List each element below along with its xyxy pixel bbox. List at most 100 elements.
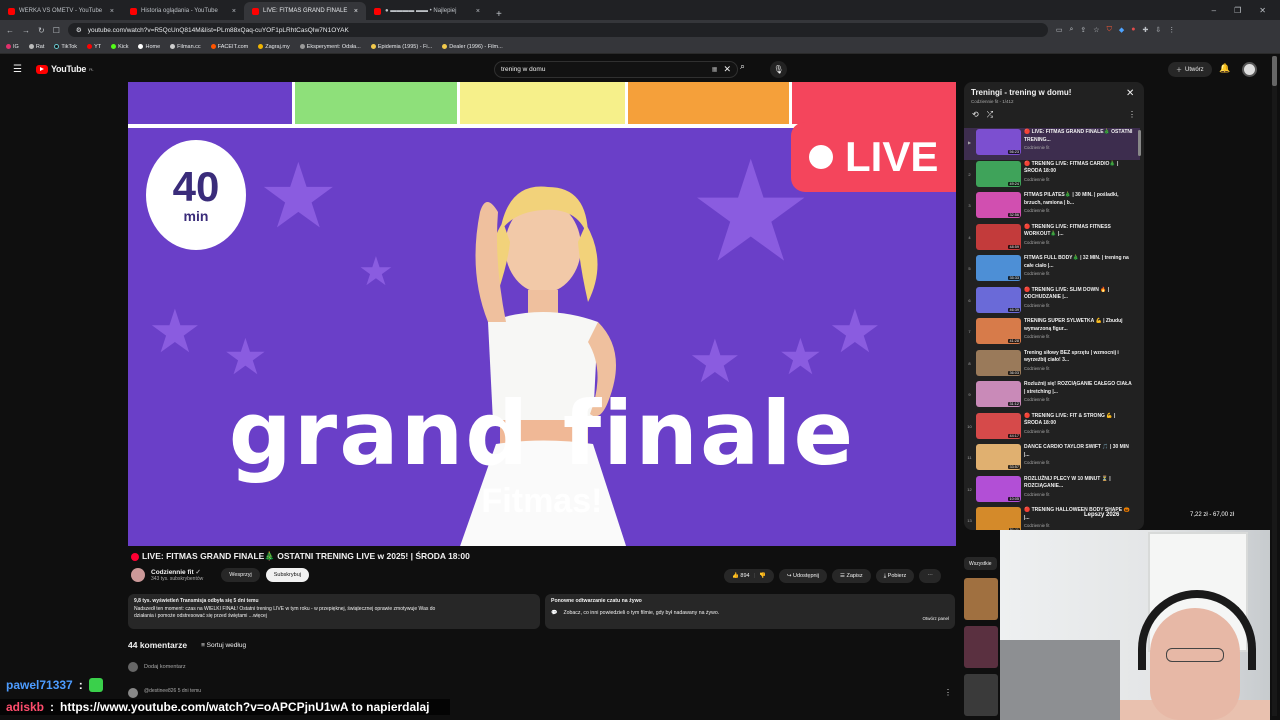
playlist-item[interactable]: 12 10:05 ROZLUŹNIJ PLECY W 10 MINUT ⏳ | RO…: [964, 475, 1140, 507]
playlist-thumbnail[interactable]: 31:12: [976, 381, 1021, 407]
site-info-icon[interactable]: ⚙: [76, 26, 82, 34]
subscribe-button[interactable]: Subskrybuj: [265, 568, 309, 582]
puzzle-icon[interactable]: ✚: [1142, 26, 1148, 34]
thumbs-down-icon[interactable]: 👎: [759, 573, 766, 579]
share-button[interactable]: ↪ Udostępnij: [778, 569, 828, 583]
related-thumbnail[interactable]: [964, 578, 998, 620]
playlist-item[interactable]: 7 41:28 TRENING SUPER SYLWETKA 💪 | Zbuduj …: [964, 317, 1140, 349]
playlist-more-icon[interactable]: ⋮: [1128, 110, 1136, 119]
playlist-thumbnail[interactable]: 46:39: [976, 286, 1021, 313]
video-description[interactable]: 9,8 tys. wyświetleń Transmisja odbyła si…: [128, 594, 540, 629]
page-scrollbar[interactable]: [1272, 56, 1277, 716]
reload-icon[interactable]: ↻: [38, 26, 45, 35]
browser-tab-2[interactable]: Historia oglądania - YouTube ×: [122, 2, 244, 20]
microphone-icon[interactable]: 🎙: [770, 61, 787, 78]
playlist-item[interactable]: ▶ 56:23 🔴 LIVE: FITMAS GRAND FINALE🎄 OSTAT…: [964, 128, 1140, 160]
sort-button[interactable]: ≡ Sortuj według: [201, 642, 246, 649]
browser-tab-4[interactable]: ● ▬▬▬▬ ▬▬ • Najlepiej ×: [366, 2, 488, 20]
playlist-title[interactable]: Treningi - trening w domu!: [971, 88, 1137, 97]
forward-icon[interactable]: →: [22, 26, 30, 35]
playlist-item[interactable]: 10 44:17 🔴 TRENING LIVE: FIT & STRONG 💪 | …: [964, 412, 1140, 444]
maximize-icon[interactable]: ❐: [1234, 6, 1241, 15]
playlist-item[interactable]: 6 46:39 🔴 TRENING LIVE: SLIM DOWN 🔥 | ODCH…: [964, 286, 1140, 318]
youtube-logo[interactable]: YouTube PL: [35, 64, 94, 74]
close-tab-icon[interactable]: ×: [354, 8, 358, 15]
search-box[interactable]: trening w domu ▦ ✕: [494, 61, 738, 78]
bookmark-rat[interactable]: Rat: [28, 44, 44, 50]
download-icon[interactable]: ⇩: [1155, 26, 1161, 34]
channel-avatar[interactable]: [131, 568, 145, 582]
playlist-thumbnail[interactable]: 44:17: [976, 412, 1021, 439]
support-button[interactable]: Wesprzyj: [221, 568, 260, 582]
url-field[interactable]: ⚙ youtube.com/watch?v=R5QcUnQ814M&list=P…: [67, 23, 1048, 37]
star-icon[interactable]: ☆: [1093, 26, 1099, 34]
bookmark-kick[interactable]: Kick: [111, 44, 128, 50]
playlist-item[interactable]: 11 33:57 DANCE CARDIO TAYLOR SWIFT 🎵 | 30 …: [964, 443, 1140, 475]
add-comment-row[interactable]: Dodaj komentarz: [128, 662, 186, 672]
playlist-item[interactable]: 4 48:59 🔴 TRENING LIVE: FITMAS FITNESS WOR…: [964, 223, 1140, 255]
playlist-thumbnail[interactable]: 49:24: [976, 160, 1021, 187]
playlist-thumbnail[interactable]: 33:57: [976, 444, 1021, 470]
playlist-scrollbar[interactable]: [1138, 130, 1141, 156]
menu-dots-icon[interactable]: ⋮: [1168, 26, 1175, 34]
minimize-icon[interactable]: –: [1212, 6, 1216, 15]
zoom-icon[interactable]: ⌕: [1070, 26, 1074, 34]
playlist-thumbnail[interactable]: 48:59: [976, 223, 1021, 250]
video-player[interactable]: ★ ★ ★ ★ ★ ★ ★ ★ 40 min LIVE grand finale…: [128, 82, 956, 546]
playlist-thumbnail[interactable]: 56:23: [976, 129, 1021, 155]
keyboard-icon[interactable]: ▦: [712, 66, 718, 73]
hamburger-menu-icon[interactable]: ☰: [13, 64, 22, 75]
playlist-item[interactable]: 3 32:56 FITMAS PILATES🎄 | 30 MIN. | poślad…: [964, 191, 1140, 223]
bookmark-dealer[interactable]: Dealer (1996) - Film...: [442, 44, 503, 50]
related-thumbnail[interactable]: [964, 626, 998, 668]
channel-name[interactable]: Codziennie fit ✓: [151, 568, 203, 576]
playlist-item[interactable]: 5 35:33 FITMAS FULL BODY🎄 | 32 MIN. | tren…: [964, 254, 1140, 286]
add-comment-input[interactable]: Dodaj komentarz: [144, 664, 186, 670]
page-scrollbar-thumb[interactable]: [1272, 56, 1277, 86]
close-tab-icon[interactable]: ×: [232, 8, 236, 15]
notifications-bell-icon[interactable]: 🔔: [1219, 63, 1230, 74]
create-button[interactable]: ＋ Utwórz: [1168, 62, 1212, 77]
bookmark-star-icon[interactable]: ☐: [53, 26, 60, 35]
search-icon[interactable]: ⌕: [740, 61, 745, 72]
browser-tab-1[interactable]: WERKA VS OMETV - YouTube ×: [0, 2, 122, 20]
account-avatar[interactable]: [1242, 62, 1257, 77]
playlist-item[interactable]: 2 49:24 🔴 TRENING LIVE: FITMAS CARDIO🎄 | Ś…: [964, 160, 1140, 192]
bookmark-zagraj[interactable]: Zagraj.my: [258, 44, 290, 50]
playlist-item[interactable]: 8 36:03 Trening siłowy BEZ sprzętu | wzmoc…: [964, 349, 1140, 381]
bookmark-yt[interactable]: YT: [87, 44, 101, 50]
playlist-thumbnail[interactable]: 51:11: [976, 507, 1021, 530]
playlist-item[interactable]: 9 31:12 Rozluźnij się! ROZCIĄGANIE CAŁEGO …: [964, 380, 1140, 412]
new-tab-button[interactable]: +: [488, 9, 510, 20]
close-playlist-icon[interactable]: ✕: [1126, 88, 1134, 99]
browser-tab-3[interactable]: LIVE: FITMAS GRAND FINALE ×: [244, 2, 366, 20]
shuffle-icon[interactable]: ⤮: [987, 110, 993, 120]
download-button[interactable]: ⤓ Pobierz: [875, 569, 915, 583]
extension-icon[interactable]: ◆: [1119, 26, 1124, 34]
cast-icon[interactable]: ▭: [1056, 26, 1063, 34]
playlist-thumbnail[interactable]: 41:28: [976, 318, 1021, 344]
bookmark-ig[interactable]: IG: [6, 44, 19, 50]
bookmark-filman[interactable]: Filman.cc: [170, 44, 201, 50]
playlist-thumbnail[interactable]: 36:03: [976, 349, 1021, 376]
playlist-thumbnail[interactable]: 10:05: [976, 475, 1021, 502]
bookmark-tiktok[interactable]: TikTok: [54, 44, 77, 50]
bookmark-eksperyment[interactable]: Eksperyment: Odsła...: [299, 44, 361, 50]
close-tab-icon[interactable]: ×: [110, 8, 114, 15]
playlist-item[interactable]: 13 51:11 🔴 TRENING HALLOWEEN BODY SHAPE 🎃 …: [964, 506, 1140, 530]
bookmark-epidemia[interactable]: Epidemia (1995) - Fi...: [370, 44, 432, 50]
save-button[interactable]: ☰ Zapisz: [832, 569, 871, 583]
clear-search-icon[interactable]: ✕: [723, 64, 731, 75]
filter-chip-all[interactable]: Wszystkie: [964, 557, 997, 570]
like-button[interactable]: 👍 894 | 👎: [724, 569, 774, 583]
playlist-thumbnail[interactable]: 35:33: [976, 255, 1021, 281]
open-panel-button[interactable]: Otwórz panel: [922, 616, 949, 621]
bookmark-faceit[interactable]: FACEIT.com: [210, 44, 248, 50]
playlist-thumbnail[interactable]: 32:56: [976, 192, 1021, 218]
bookmark-home[interactable]: Home: [138, 44, 160, 50]
close-tab-icon[interactable]: ×: [476, 8, 480, 15]
brave-shield-icon[interactable]: ⛉: [1107, 26, 1112, 34]
loop-icon[interactable]: ⟲: [972, 110, 979, 120]
back-icon[interactable]: ←: [6, 26, 14, 35]
more-actions-button[interactable]: ⋯: [919, 569, 941, 583]
